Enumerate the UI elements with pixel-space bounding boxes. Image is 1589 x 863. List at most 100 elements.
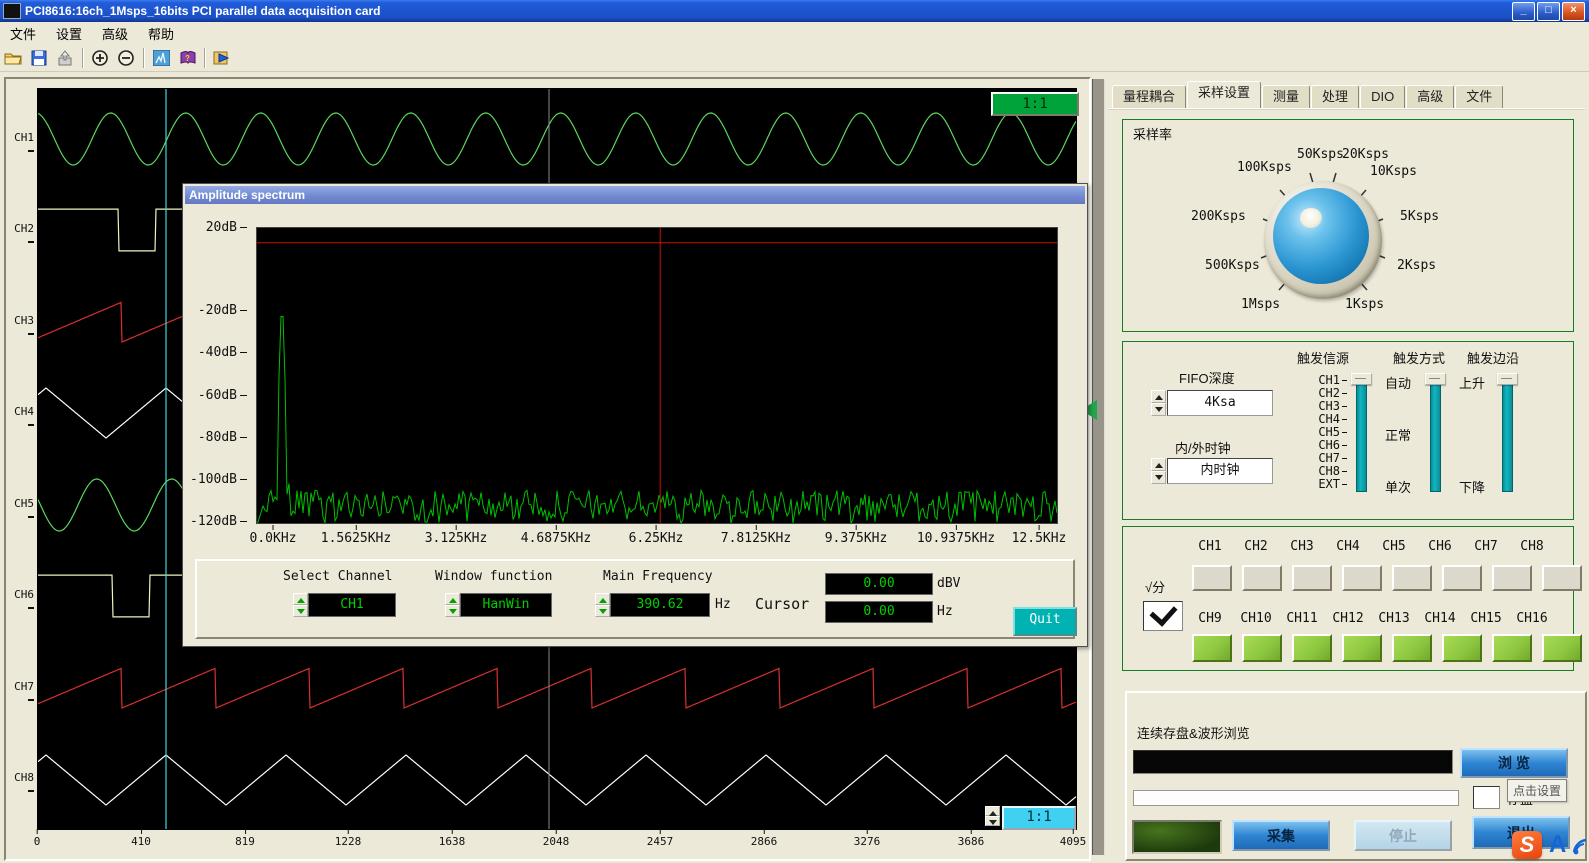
fifo-depth-value[interactable]: 4Ksa	[1167, 390, 1273, 416]
run-icon[interactable]	[210, 47, 234, 69]
channel-button-ch2[interactable]	[1242, 565, 1282, 591]
trigger-source-option[interactable]: EXT	[1307, 477, 1347, 491]
trigger-source-slider-handle[interactable]	[1351, 373, 1372, 385]
trigger-edge-option[interactable]: 下降	[1459, 477, 1485, 496]
spinner-down-icon[interactable]	[445, 605, 460, 617]
save-checkbox[interactable]	[1473, 786, 1500, 809]
tab-file[interactable]: 文件	[1455, 85, 1503, 109]
spinner-down-icon[interactable]	[293, 605, 308, 617]
export-icon[interactable]	[53, 47, 77, 69]
trigger-mode-slider[interactable]	[1430, 378, 1441, 492]
sogou-icon[interactable]: S	[1512, 831, 1542, 859]
tab-process[interactable]: 处理	[1311, 85, 1359, 109]
ime-signal-icon[interactable]	[1571, 834, 1589, 856]
clock-select-value[interactable]: 内时钟	[1167, 458, 1273, 484]
dialog-titlebar[interactable]: Amplitude spectrum	[185, 186, 1085, 204]
zoom-out-icon[interactable]	[114, 47, 138, 69]
channel-button-ch7[interactable]	[1492, 565, 1532, 591]
tab-measure[interactable]: 测量	[1262, 85, 1310, 109]
main-frequency-value[interactable]: 390.62	[610, 593, 710, 617]
trigger-mode-option[interactable]: 正常	[1385, 425, 1411, 444]
channel-button-ch4[interactable]	[1342, 565, 1382, 591]
sample-rate-knob[interactable]	[1273, 188, 1369, 284]
channel-button-ch15[interactable]	[1492, 634, 1532, 662]
spectrum-view-icon[interactable]	[149, 47, 173, 69]
help-book-icon[interactable]: ?	[175, 47, 199, 69]
channel-button-ch10[interactable]	[1242, 634, 1282, 662]
spinner-down-icon[interactable]	[1151, 471, 1166, 484]
fifo-spinner[interactable]	[1151, 390, 1166, 416]
spinner-down-icon[interactable]	[985, 816, 1000, 826]
browse-button[interactable]: 浏 览	[1460, 748, 1568, 778]
trigger-edge-slider[interactable]	[1502, 378, 1513, 492]
trigger-source-option[interactable]: CH6	[1307, 438, 1347, 452]
spectrum-plot[interactable]	[256, 227, 1058, 524]
trigger-source-option[interactable]: CH4	[1307, 412, 1347, 426]
clock-spinner[interactable]	[1151, 458, 1166, 484]
tab-sampling-settings[interactable]: 采样设置	[1187, 81, 1261, 109]
trigger-source-option[interactable]: CH7	[1307, 451, 1347, 465]
window-function-spinner[interactable]	[445, 593, 460, 617]
spinner-up-icon[interactable]	[595, 593, 610, 605]
spinner-up-icon[interactable]	[1151, 458, 1166, 471]
save-path-display[interactable]	[1133, 750, 1453, 774]
channel-button-ch16[interactable]	[1542, 634, 1582, 662]
quit-dialog-button[interactable]: Quit	[1013, 607, 1077, 636]
maximize-button[interactable]: □	[1537, 2, 1560, 21]
window-function-value[interactable]: HanWin	[460, 593, 552, 617]
channel-label: CH6	[1417, 539, 1463, 554]
tab-dio[interactable]: DIO	[1360, 85, 1405, 109]
trigger-source-option[interactable]: CH3	[1307, 399, 1347, 413]
zoom-spinner[interactable]	[985, 806, 1000, 826]
trigger-source-option[interactable]: CH8	[1307, 464, 1347, 478]
acquire-button[interactable]: 采集	[1232, 820, 1330, 851]
stop-button[interactable]: 停止	[1354, 820, 1452, 851]
spinner-up-icon[interactable]	[985, 806, 1000, 816]
trigger-edge-option[interactable]: 上升	[1459, 373, 1485, 392]
menu-settings[interactable]: 设置	[46, 22, 92, 45]
trigger-source-option[interactable]: CH2	[1307, 386, 1347, 400]
channel-button-ch11[interactable]	[1292, 634, 1332, 662]
master-channel-checkbox[interactable]	[1143, 601, 1183, 631]
trigger-source-slider[interactable]	[1356, 378, 1367, 492]
menu-help[interactable]: 帮助	[138, 22, 184, 45]
select-channel-value[interactable]: CH1	[308, 593, 396, 617]
channel-button-ch12[interactable]	[1342, 634, 1382, 662]
trigger-edge-slider-handle[interactable]	[1497, 373, 1518, 385]
minimize-button[interactable]: _	[1512, 2, 1535, 21]
channel-button-ch9[interactable]	[1192, 634, 1232, 662]
trigger-source-option[interactable]: CH1	[1307, 373, 1347, 387]
trigger-source-option[interactable]: CH5	[1307, 425, 1347, 439]
channel-button-ch5[interactable]	[1392, 565, 1432, 591]
open-file-icon[interactable]	[1, 47, 25, 69]
x-tick-label: 3686	[958, 835, 985, 848]
save-file-icon[interactable]	[27, 47, 51, 69]
channel-button-ch14[interactable]	[1442, 634, 1482, 662]
spinner-up-icon[interactable]	[293, 593, 308, 605]
channel-label: CH14	[1417, 611, 1463, 626]
menu-file[interactable]: 文件	[0, 22, 46, 45]
trigger-mode-option[interactable]: 自动	[1385, 373, 1411, 392]
channel-button-ch1[interactable]	[1192, 565, 1232, 591]
panel-splitter[interactable]	[1092, 79, 1105, 855]
channel-button-ch13[interactable]	[1392, 634, 1432, 662]
spinner-up-icon[interactable]	[1151, 390, 1166, 403]
channel-button-ch8[interactable]	[1542, 565, 1582, 591]
zoom-in-icon[interactable]	[88, 47, 112, 69]
main-frequency-spinner[interactable]	[595, 593, 610, 617]
tab-range-coupling[interactable]: 量程耦合	[1112, 85, 1186, 109]
tab-advanced[interactable]: 高级	[1406, 85, 1454, 109]
continuous-save-label: 连续存盘&波形浏览	[1137, 723, 1250, 742]
spinner-down-icon[interactable]	[1151, 403, 1166, 416]
channel-button-ch6[interactable]	[1442, 565, 1482, 591]
channel-label-ch3: CH3	[7, 314, 34, 340]
channel-button-ch3[interactable]	[1292, 565, 1332, 591]
close-button[interactable]: ×	[1562, 2, 1585, 21]
spinner-down-icon[interactable]	[595, 605, 610, 617]
select-channel-spinner[interactable]	[293, 593, 308, 617]
trigger-mode-slider-handle[interactable]	[1425, 373, 1446, 385]
trigger-mode-option[interactable]: 单次	[1385, 477, 1411, 496]
ime-letter-icon[interactable]: A	[1549, 831, 1566, 859]
menu-advanced[interactable]: 高级	[92, 22, 138, 45]
spinner-up-icon[interactable]	[445, 593, 460, 605]
